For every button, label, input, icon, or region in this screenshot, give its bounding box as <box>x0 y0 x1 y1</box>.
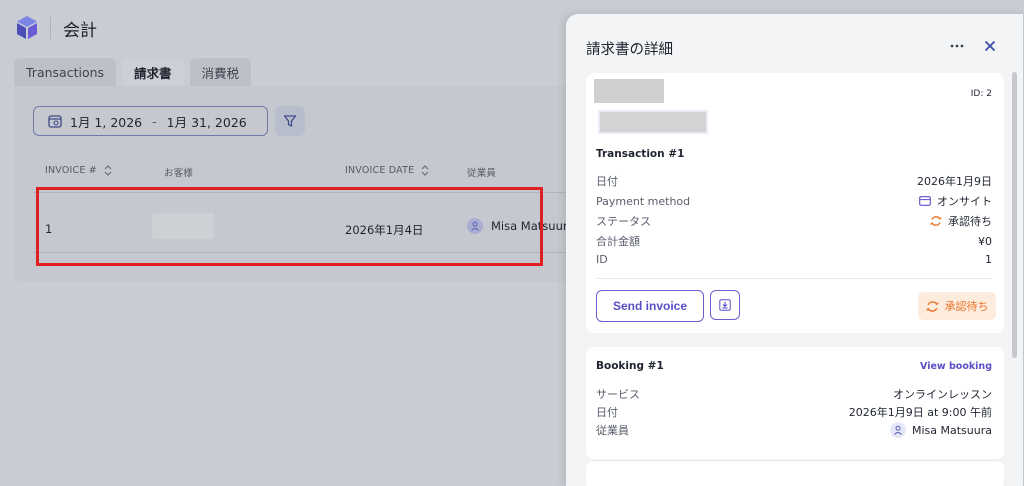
field-payment-value: オンサイト <box>919 193 992 209</box>
app-logo-icon[interactable] <box>14 15 40 41</box>
tab-consumption-tax[interactable]: 消費税 <box>189 58 252 86</box>
selected-row-highlight <box>36 187 543 266</box>
booking-employee-name: Misa Matsuura <box>912 423 992 437</box>
field-status-value: 承認待ち <box>930 213 992 229</box>
redacted-block <box>594 79 664 103</box>
column-header-invoice-date[interactable]: INVOICE DATE <box>345 165 430 176</box>
card-icon <box>919 196 931 206</box>
tab-transactions[interactable]: Transactions <box>14 58 117 86</box>
column-header-invoice-label: INVOICE # <box>45 165 97 176</box>
tab-invoices[interactable]: 請求書 <box>122 58 184 86</box>
field-date-label: 日付 <box>596 175 618 188</box>
booking-title: Booking #1 <box>596 360 664 372</box>
status-text: 承認待ち <box>948 215 992 228</box>
send-invoice-button[interactable]: Send invoice <box>596 290 704 322</box>
pending-icon <box>930 216 942 226</box>
sort-icon <box>104 165 112 176</box>
field-booking-employee: 従業員 Misa Matsuura <box>596 422 992 438</box>
payment-method-text: オンサイト <box>937 195 992 208</box>
field-service: サービス オンラインレッスン <box>596 386 992 402</box>
field-id-value: 1 <box>985 253 992 266</box>
field-total-label: 合計金額 <box>596 235 640 248</box>
next-card <box>586 460 1004 486</box>
view-booking-link[interactable]: View booking <box>920 361 992 372</box>
status-button-label: 承認待ち <box>944 300 989 313</box>
field-status-label: ステータス <box>596 215 651 228</box>
field-booking-employee-value: Misa Matsuura <box>890 422 992 438</box>
tab-bar: Transactions 請求書 消費税 <box>14 58 252 86</box>
download-button[interactable] <box>710 290 740 320</box>
calendar-search-icon <box>48 115 62 128</box>
user-icon <box>890 422 906 438</box>
field-date-value: 2026年1月9日 <box>917 175 992 188</box>
invoice-id: ID: 2 <box>970 89 992 99</box>
card-divider <box>596 278 992 279</box>
date-separator: - <box>152 113 157 129</box>
filter-button[interactable] <box>275 106 305 136</box>
column-header-employee-label: 従業員 <box>467 168 497 179</box>
column-header-employee: 従業員 <box>467 165 496 179</box>
pending-icon <box>925 300 939 312</box>
app-header: 会計 <box>14 12 97 44</box>
field-booking-date-label: 日付 <box>596 406 618 419</box>
invoice-detail-panel: 請求書の詳細 ID: 2 Transaction #1 日付 2026年1月9日… <box>566 14 1023 486</box>
transaction-title: Transaction #1 <box>596 148 685 160</box>
column-header-customer: お客様 <box>164 165 193 179</box>
date-to: 1月 31, 2026 <box>166 114 247 130</box>
more-options-icon[interactable] <box>950 42 964 50</box>
column-header-invoice[interactable]: INVOICE # <box>45 165 113 176</box>
date-range-picker[interactable]: 1月 1, 2026 - 1月 31, 2026 <box>33 106 268 136</box>
field-id-label: ID <box>596 253 608 266</box>
field-total: 合計金額 ¥0 <box>596 233 992 249</box>
field-total-value: ¥0 <box>978 234 992 248</box>
booking-card: Booking #1 View booking サービス オンラインレッスン 日… <box>586 347 1004 459</box>
close-icon[interactable] <box>984 40 996 52</box>
field-id: ID 1 <box>596 253 992 266</box>
transaction-card: ID: 2 Transaction #1 日付 2026年1月9日 Paymen… <box>586 73 1004 333</box>
filter-icon <box>283 115 297 127</box>
field-payment-label: Payment method <box>596 194 691 208</box>
field-service-label: サービス <box>596 388 640 401</box>
field-booking-employee-label: 従業員 <box>596 424 629 437</box>
field-status: ステータス 承認待ち <box>596 213 992 229</box>
date-from: 1月 1, 2026 <box>70 114 143 130</box>
field-payment-method: Payment method オンサイト <box>596 193 992 209</box>
header-divider <box>50 17 51 39</box>
column-header-customer-label: お客様 <box>164 168 194 179</box>
field-booking-date-value: 2026年1月9日 at 9:00 午前 <box>848 406 992 419</box>
field-date: 日付 2026年1月9日 <box>596 173 992 189</box>
page-title: 会計 <box>63 20 97 41</box>
panel-title: 請求書の詳細 <box>586 42 673 58</box>
field-booking-date: 日付 2026年1月9日 at 9:00 午前 <box>596 404 992 420</box>
status-button[interactable]: 承認待ち <box>918 292 996 320</box>
panel-scrollbar[interactable] <box>1012 72 1017 358</box>
sort-icon <box>421 165 429 176</box>
field-service-value: オンラインレッスン <box>893 388 992 401</box>
redacted-block <box>600 112 706 132</box>
column-header-date-label: INVOICE DATE <box>345 165 415 176</box>
download-icon <box>719 299 731 311</box>
